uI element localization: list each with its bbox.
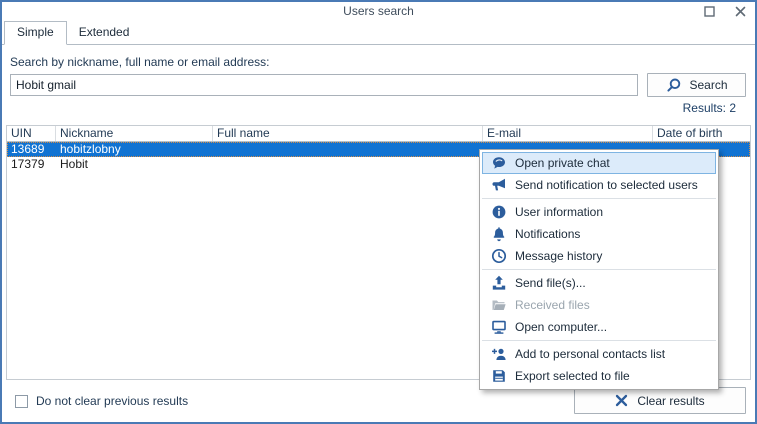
menu-item-label: User information (515, 205, 603, 219)
titlebar: Users search (2, 2, 755, 20)
search-input[interactable] (10, 74, 638, 96)
table-header: UIN Nickname Full name E-mail Date of bi… (7, 126, 750, 142)
clock-icon (482, 248, 515, 264)
results-count: Results: 2 (10, 97, 746, 115)
megaphone-icon (482, 177, 515, 193)
column-header-dob[interactable]: Date of birth (653, 126, 750, 141)
tab-extended-label: Extended (79, 25, 130, 39)
menu-separator (482, 340, 716, 341)
menu-item-label: Send notification to selected users (515, 178, 698, 192)
computer-icon (482, 319, 515, 335)
do-not-clear-label: Do not clear previous results (36, 394, 188, 408)
tab-simple-label: Simple (17, 25, 54, 39)
column-header-nickname[interactable]: Nickname (56, 126, 213, 141)
menu-item-label: Notifications (515, 227, 580, 241)
menu-item-send-files[interactable]: Send file(s)... (482, 272, 716, 294)
search-button-label: Search (689, 78, 727, 92)
search-row: Search (10, 74, 746, 97)
export-icon (482, 368, 515, 384)
close-icon (735, 6, 746, 17)
menu-item-export-selected[interactable]: Export selected to file (482, 365, 716, 387)
menu-item-label: Open computer... (515, 320, 607, 334)
cell-uin: 17379 (7, 157, 56, 172)
context-menu: Open private chat Send notification to s… (479, 149, 719, 390)
menu-item-label: Export selected to file (515, 369, 630, 383)
menu-item-open-computer[interactable]: Open computer... (482, 316, 716, 338)
search-area: Search by nickname, full name or email a… (2, 45, 755, 115)
cell-nickname: Hobit (56, 157, 213, 172)
menu-item-send-notification[interactable]: Send notification to selected users (482, 174, 716, 196)
cell-nickname: hobitzlobny (56, 142, 213, 157)
column-header-fullname[interactable]: Full name (213, 126, 483, 141)
column-header-email[interactable]: E-mail (483, 126, 653, 141)
do-not-clear-checkbox-row[interactable]: Do not clear previous results (15, 394, 188, 408)
close-button[interactable] (733, 5, 747, 18)
menu-item-label: Received files (515, 298, 590, 312)
search-button[interactable]: Search (647, 73, 746, 97)
window-title: Users search (2, 2, 755, 21)
menu-item-label: Send file(s)... (515, 276, 586, 290)
do-not-clear-checkbox[interactable] (15, 395, 28, 408)
menu-separator (482, 198, 716, 199)
clear-results-label: Clear results (637, 394, 704, 408)
maximize-button[interactable] (702, 5, 716, 18)
tabstrip: Simple Extended (2, 22, 755, 45)
search-label: Search by nickname, full name or email a… (10, 55, 746, 69)
clear-results-button[interactable]: Clear results (574, 387, 746, 414)
menu-item-add-to-contacts[interactable]: Add to personal contacts list (482, 343, 716, 365)
chat-icon (482, 155, 515, 171)
maximize-icon (704, 6, 715, 17)
person-add-icon (482, 346, 515, 362)
menu-item-message-history[interactable]: Message history (482, 245, 716, 267)
upload-icon (482, 275, 515, 291)
info-icon (482, 204, 515, 220)
menu-item-label: Open private chat (515, 156, 610, 170)
window-controls (702, 5, 747, 18)
menu-item-received-files[interactable]: Received files (482, 294, 716, 316)
tab-extended[interactable]: Extended (67, 22, 142, 44)
menu-item-user-information[interactable]: User information (482, 201, 716, 223)
menu-item-label: Add to personal contacts list (515, 347, 665, 361)
cell-uin: 13689 (7, 142, 56, 157)
clear-x-icon (615, 394, 628, 407)
cell-fullname (213, 157, 483, 172)
folder-icon (482, 297, 515, 313)
users-search-window: Users search Simple Extended Search by n… (0, 0, 757, 424)
tab-simple[interactable]: Simple (4, 21, 67, 45)
menu-item-label: Message history (515, 249, 602, 263)
menu-item-notifications[interactable]: Notifications (482, 223, 716, 245)
column-header-uin[interactable]: UIN (7, 126, 56, 141)
cell-fullname (213, 142, 483, 157)
search-icon (665, 77, 682, 94)
menu-separator (482, 269, 716, 270)
bell-icon (482, 226, 515, 242)
menu-item-open-private-chat[interactable]: Open private chat (482, 152, 716, 174)
